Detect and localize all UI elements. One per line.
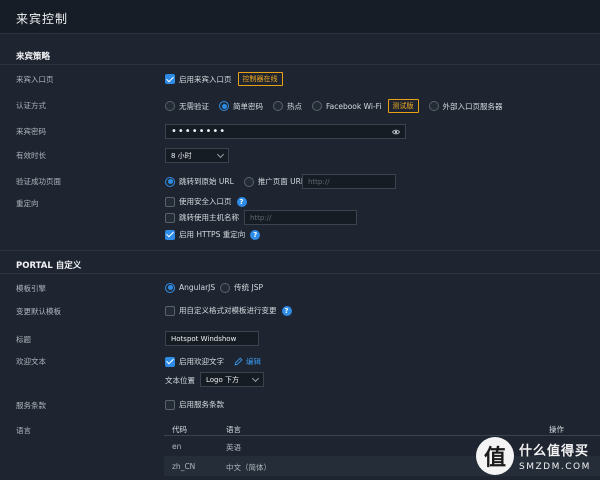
language-code: zh_CN bbox=[172, 462, 196, 471]
password-value: •••••••• bbox=[171, 126, 227, 137]
checkbox-label: 启用 HTTPS 重定向 bbox=[179, 230, 246, 239]
auth-option-label: 简单密码 bbox=[233, 101, 263, 111]
controller-online-badge: 控制器在线 bbox=[237, 72, 283, 86]
row-label-language: 语言 bbox=[16, 426, 31, 435]
guest-password-input[interactable]: •••••••• bbox=[165, 124, 406, 139]
checkbox-label: 启用来宾入口页 bbox=[179, 74, 232, 84]
help-icon[interactable]: ? bbox=[281, 305, 292, 316]
auth-radio-facebook[interactable] bbox=[312, 101, 322, 111]
checkbox-box[interactable] bbox=[165, 399, 175, 410]
row-label-expiry: 有效时长 bbox=[16, 151, 46, 160]
welcome-text-checkbox[interactable]: 启用欢迎文字 编辑 bbox=[165, 356, 261, 367]
text-position-row: 文本位置 bbox=[165, 375, 195, 386]
row-label-auth: 认证方式 bbox=[16, 101, 46, 110]
hostname-url-input[interactable]: http:// bbox=[244, 210, 357, 225]
success-radio-promo[interactable] bbox=[243, 176, 254, 187]
column-header-code: 代码 bbox=[172, 425, 187, 434]
row-label-template-engine: 模板引擎 bbox=[16, 284, 46, 293]
secure-portal-checkbox[interactable]: 使用安全入口页 ? bbox=[165, 196, 247, 207]
auth-option-label: 外部入口页服务器 bbox=[442, 101, 503, 111]
help-icon[interactable]: ? bbox=[250, 229, 261, 240]
language-name: 中文（简体） bbox=[226, 463, 271, 472]
auth-radio-password[interactable] bbox=[219, 101, 229, 111]
hostname-redirect-checkbox[interactable]: 跳转使用主机名称 bbox=[165, 212, 239, 223]
row-label-password: 来宾密码 bbox=[16, 127, 46, 136]
expiry-select[interactable]: 8 小时 bbox=[165, 148, 229, 163]
row-label-redirect: 重定向 bbox=[16, 199, 39, 208]
smzdm-logo: 值 bbox=[476, 437, 514, 475]
success-radio-original[interactable] bbox=[165, 176, 175, 187]
section-title-guest-policy: 来宾策略 bbox=[16, 52, 51, 62]
edit-label: 编辑 bbox=[246, 357, 261, 366]
top-bar: 来宾控制 bbox=[0, 0, 600, 34]
engine-radio-angular[interactable] bbox=[165, 282, 175, 293]
watermark-sub: SMZDM.COM bbox=[519, 462, 591, 472]
chevron-down-icon bbox=[216, 150, 225, 158]
auth-method-group: 无需验证 简单密码 热点 Facebook Wi-Fi 测试版 外部入口页服务器 bbox=[165, 99, 503, 113]
portal-title-input[interactable]: Hotspot Windshow bbox=[165, 331, 259, 346]
eye-icon[interactable] bbox=[392, 128, 400, 136]
watermark-text: 什么值得买 SMZDM.COM bbox=[519, 440, 591, 472]
auth-radio-hotspot[interactable] bbox=[273, 101, 283, 111]
language-name: 英语 bbox=[226, 443, 241, 452]
engine-radio-jsp[interactable] bbox=[220, 282, 231, 293]
section-divider bbox=[0, 273, 600, 274]
checkbox-label: 使用安全入口页 bbox=[179, 197, 232, 206]
page-title: 来宾控制 bbox=[16, 12, 69, 26]
text-position-select[interactable]: Logo 下方 bbox=[200, 372, 264, 387]
checkbox-box[interactable] bbox=[165, 196, 175, 207]
checkbox-label: 启用欢迎文字 bbox=[179, 357, 224, 366]
section-divider bbox=[0, 64, 600, 65]
help-icon[interactable]: ? bbox=[236, 196, 247, 207]
row-label-title: 标题 bbox=[16, 335, 31, 344]
checkbox-box[interactable] bbox=[165, 229, 175, 240]
success-page-group: 跳转到原始 URL 推广页面 URL bbox=[165, 176, 305, 187]
promo-url-input[interactable]: http:// bbox=[302, 174, 396, 189]
row-label-tos: 服务条款 bbox=[16, 401, 46, 410]
pencil-icon bbox=[234, 357, 243, 366]
success-option-label: 跳转到原始 URL bbox=[179, 177, 234, 186]
engine-option-label: 传统 JSP bbox=[234, 283, 264, 292]
row-label-portal: 来宾入口页 bbox=[16, 75, 54, 84]
auth-radio-external[interactable] bbox=[428, 101, 439, 111]
auth-option-label: 无需验证 bbox=[179, 101, 209, 111]
edit-welcome-link[interactable]: 编辑 bbox=[234, 356, 261, 367]
checkbox-box[interactable] bbox=[165, 356, 175, 367]
checkbox-box[interactable] bbox=[165, 212, 175, 223]
auth-option-label: Facebook Wi-Fi bbox=[326, 101, 382, 111]
auth-radio-none[interactable] bbox=[165, 101, 175, 111]
beta-badge: 测试版 bbox=[387, 99, 419, 113]
language-code: en bbox=[172, 442, 182, 451]
checkbox-box[interactable] bbox=[165, 74, 175, 84]
row-label-welcome: 欢迎文本 bbox=[16, 357, 46, 366]
row-label-success-page: 验证成功页面 bbox=[16, 177, 61, 186]
auth-option-label: 热点 bbox=[287, 101, 302, 111]
chevron-down-icon bbox=[251, 374, 260, 382]
checkbox-label: 跳转使用主机名称 bbox=[179, 213, 239, 222]
expiry-value: 8 小时 bbox=[171, 151, 192, 160]
checkbox-label: 用自定义格式对模板进行变更 bbox=[179, 306, 277, 315]
template-engine-group: AngularJS 传统 JSP bbox=[165, 282, 263, 293]
row-label-default-template: 变更默认模板 bbox=[16, 307, 61, 316]
tos-checkbox[interactable]: 启用服务条款 bbox=[165, 399, 224, 410]
checkbox-label: 启用服务条款 bbox=[179, 400, 224, 409]
section-title-portal-custom: PORTAL 自定义 bbox=[16, 261, 82, 271]
checkbox-box[interactable] bbox=[165, 305, 175, 316]
text-position-value: Logo 下方 bbox=[206, 375, 240, 384]
custom-template-checkbox[interactable]: 用自定义格式对模板进行变更 ? bbox=[165, 305, 292, 316]
https-redirect-checkbox[interactable]: 启用 HTTPS 重定向 ? bbox=[165, 229, 261, 240]
text-position-label: 文本位置 bbox=[165, 376, 195, 385]
section-divider bbox=[0, 250, 600, 251]
engine-option-label: AngularJS bbox=[179, 283, 216, 292]
success-option-label: 推广页面 URL bbox=[257, 177, 306, 186]
column-header-language: 语言 bbox=[226, 425, 241, 434]
portal-enable-checkbox[interactable]: 启用来宾入口页 控制器在线 bbox=[165, 72, 283, 86]
watermark-main: 什么值得买 bbox=[519, 444, 590, 459]
smzdm-watermark: 值 什么值得买 SMZDM.COM bbox=[476, 432, 600, 480]
